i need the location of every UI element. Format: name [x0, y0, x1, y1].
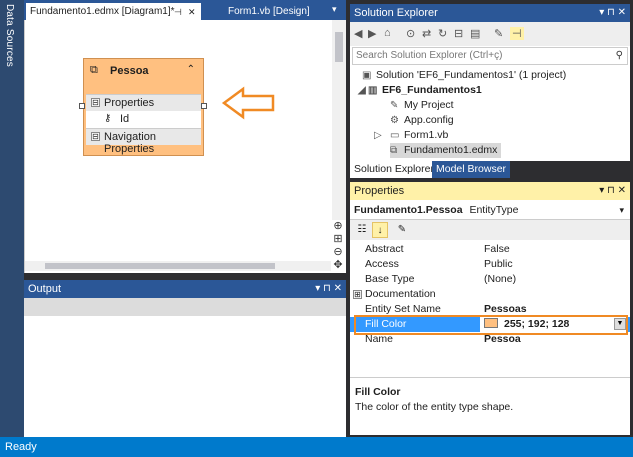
properties-panel: Properties ▾ ⊓ ✕ Fundamento1.Pessoa Enti…	[350, 182, 630, 435]
output-title-bar[interactable]: Output ▾ ⊓ ✕	[24, 280, 346, 298]
collapse-all-icon[interactable]: ⊟	[454, 27, 463, 40]
edmx-icon: ⧉	[390, 145, 398, 156]
alphabetical-icon[interactable]: ↓	[372, 222, 388, 238]
zoom-in-icon[interactable]: ⊕	[332, 220, 344, 232]
tree-item-project[interactable]: ◢ ▥ EF6_Fundamentos1	[358, 83, 482, 98]
property-row-base-type[interactable]: Base Type (None)	[350, 272, 630, 287]
forward-icon[interactable]: ▶	[368, 27, 376, 40]
tree-item-form1[interactable]: ▷ ▭ Form1.vb	[374, 128, 448, 143]
status-bar: Ready	[0, 437, 633, 457]
object-selector[interactable]: Fundamento1.Pessoa EntityType ▾	[350, 200, 630, 220]
pin-icon[interactable]: ⊣	[510, 27, 524, 40]
fill-color-highlight	[354, 315, 628, 335]
data-sources-tab[interactable]: Data Sources	[4, 4, 15, 67]
entity-designer-canvas[interactable]: ⊕ ⊞ ⊖ ✥ ⧉ Pessoa ⌃ ⊟ Properties ⚷ Id ⊟ N…	[24, 20, 346, 273]
output-toolbar	[24, 298, 346, 316]
key-icon: ⚷	[104, 113, 112, 124]
section-label: Properties	[104, 97, 155, 109]
tree-item-my-project[interactable]: ✎ My Project	[390, 98, 454, 113]
expand-icon[interactable]: ⊞	[353, 290, 362, 299]
pin-icon[interactable]: ⊣	[174, 4, 182, 21]
solution-icon: ▣	[362, 70, 372, 81]
property-label: Id	[120, 113, 130, 125]
panel-title: Properties	[354, 185, 405, 197]
zoom-fit-icon[interactable]: ⊞	[332, 233, 344, 245]
arrow-left-icon	[221, 86, 275, 120]
panel-title: Solution Explorer	[354, 7, 438, 19]
output-body[interactable]	[24, 316, 346, 437]
output-panel: Output ▾ ⊓ ✕	[24, 280, 346, 437]
horizontal-scrollbar[interactable]	[25, 261, 331, 271]
resize-handle-right[interactable]	[201, 103, 207, 109]
entity-property-id[interactable]: ⚷ Id	[86, 111, 201, 128]
show-all-files-icon[interactable]: ▤	[470, 27, 480, 40]
entity-header[interactable]: ⧉ Pessoa ⌃	[84, 59, 203, 85]
wrench-icon[interactable]: ✎	[494, 27, 503, 40]
tree-item-solution[interactable]: ▣ Solution 'EF6_Fundamentos1' (1 project)	[362, 68, 566, 83]
property-row-documentation[interactable]: ⊞ Documentation	[350, 287, 630, 302]
categorized-icon[interactable]: ☷	[354, 222, 370, 238]
search-placeholder: Search Solution Explorer (Ctrl+ç)	[356, 50, 503, 61]
status-text: Ready	[5, 441, 37, 453]
tree-item-fundamento1-edmx[interactable]: ⧉ Fundamento1.edmx	[390, 143, 502, 158]
vb-project-icon: ▥	[368, 85, 378, 96]
entity-name: Pessoa	[110, 65, 149, 77]
config-icon: ⚙	[390, 115, 399, 126]
tab-form1-design[interactable]: Form1.vb [Design]	[224, 3, 314, 20]
expand-icon[interactable]: ▷	[374, 128, 390, 143]
tab-fundamento1-edmx[interactable]: Fundamento1.edmx [Diagram1]* ⊣ ✕	[26, 3, 201, 20]
collapse-icon[interactable]: ⊟	[91, 132, 100, 141]
object-type: EntityType	[469, 204, 519, 216]
entity-section-navigation-properties[interactable]: ⊟ Navigation Properties	[86, 128, 201, 155]
solution-explorer-search[interactable]: Search Solution Explorer (Ctrl+ç) ⚲	[352, 47, 628, 65]
panel-title: Output	[28, 283, 62, 295]
solution-explorer-title-bar[interactable]: Solution Explorer ▾ ⊓ ✕	[350, 4, 630, 22]
pan-icon[interactable]: ✥	[332, 259, 344, 271]
tab-solution-explorer[interactable]: Solution Explorer	[350, 161, 438, 178]
entity-icon: ⧉	[90, 64, 98, 76]
expand-icon[interactable]: ◢	[358, 83, 368, 98]
property-row-abstract[interactable]: Abstract False	[350, 242, 630, 257]
resize-handle-left[interactable]	[79, 103, 85, 109]
tab-model-browser[interactable]: Model Browser	[432, 161, 511, 178]
vertical-scrollbar[interactable]	[332, 20, 346, 220]
sync-icon[interactable]: ⇄	[422, 27, 431, 40]
property-pages-icon[interactable]: ✎	[394, 222, 410, 238]
entity-pessoa[interactable]: ⧉ Pessoa ⌃ ⊟ Properties ⚷ Id ⊟ Navigatio…	[83, 58, 204, 156]
chevron-down-icon[interactable]: ▾	[619, 200, 624, 220]
tab-dropdown-icon[interactable]: ▾	[332, 4, 337, 15]
left-dock-strip: Data Sources	[0, 0, 24, 437]
panel-controls[interactable]: ▾ ⊓ ✕	[599, 182, 626, 200]
description-text: The color of the entity type shape.	[355, 401, 514, 413]
property-row-access[interactable]: Access Public	[350, 257, 630, 272]
description-title: Fill Color	[355, 386, 401, 398]
solution-explorer-toolbar: ◀ ▶ ⌂ ⊙ ⇄ ↻ ⊟ ▤ ✎ ⊣	[350, 22, 630, 46]
panel-controls[interactable]: ▾ ⊓ ✕	[599, 4, 626, 22]
properties-toolbar: ☷ ↓ ✎	[350, 220, 630, 240]
property-description: Fill Color The color of the entity type …	[350, 377, 630, 435]
collapse-icon[interactable]: ⊟	[91, 98, 100, 107]
close-icon[interactable]: ✕	[188, 4, 196, 21]
chevron-up-icon[interactable]: ⌃	[187, 64, 195, 75]
entity-section-properties[interactable]: ⊟ Properties	[86, 94, 201, 111]
history-icon[interactable]: ⊙	[406, 27, 415, 40]
refresh-icon[interactable]: ↻	[438, 27, 447, 40]
solution-explorer-panel: Solution Explorer ▾ ⊓ ✕ ◀ ▶ ⌂ ⊙ ⇄ ↻ ⊟ ▤ …	[350, 4, 630, 178]
form-icon: ▭	[390, 130, 400, 141]
properties-title-bar[interactable]: Properties ▾ ⊓ ✕	[350, 182, 630, 200]
solution-explorer-bottom-tabs: Solution Explorer Model Browser	[350, 161, 630, 178]
tree-item-app-config[interactable]: ⚙ App.config	[390, 113, 454, 128]
object-name: Fundamento1.Pessoa	[354, 204, 463, 216]
panel-controls[interactable]: ▾ ⊓ ✕	[315, 280, 342, 298]
search-icon[interactable]: ⚲	[616, 48, 623, 64]
section-label: Navigation Properties	[104, 131, 156, 155]
wrench-icon: ✎	[390, 100, 399, 111]
home-icon[interactable]: ⌂	[384, 27, 391, 39]
tab-label: Fundamento1.edmx [Diagram1]*	[30, 6, 175, 17]
tab-label: Form1.vb [Design]	[228, 6, 310, 17]
zoom-out-icon[interactable]: ⊖	[332, 246, 344, 258]
back-icon[interactable]: ◀	[354, 27, 362, 40]
document-tab-bar: Fundamento1.edmx [Diagram1]* ⊣ ✕ Form1.v…	[24, 0, 346, 20]
